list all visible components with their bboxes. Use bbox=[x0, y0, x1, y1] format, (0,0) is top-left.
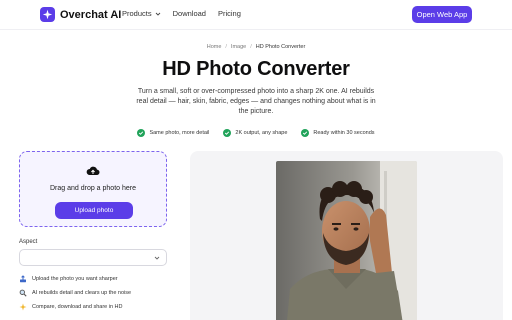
feature-list: Same photo, more detail 2K output, any s… bbox=[0, 129, 512, 137]
feature-item: Ready within 30 seconds bbox=[301, 129, 375, 137]
page-description: Turn a small, soft or over-compressed ph… bbox=[136, 88, 376, 115]
dropzone-prompt: Drag and drop a photo here bbox=[49, 185, 136, 192]
breadcrumb-image[interactable]: Image bbox=[231, 44, 246, 50]
page-title: HD Photo Converter bbox=[162, 58, 350, 80]
logo[interactable]: Overchat AI bbox=[40, 7, 121, 22]
sample-portrait-photo bbox=[276, 161, 417, 320]
aspect-label: Aspect bbox=[19, 239, 38, 245]
step-text: Compare, download and share in HD bbox=[32, 304, 123, 310]
step-text: Upload the photo you want sharper bbox=[32, 276, 118, 282]
upload-dropzone[interactable]: Drag and drop a photo here Upload photo bbox=[19, 151, 167, 227]
feature-label: Same photo, more detail bbox=[149, 130, 210, 136]
sparkle-icon bbox=[19, 303, 27, 311]
check-icon bbox=[301, 129, 310, 137]
feature-item: Same photo, more detail bbox=[137, 129, 209, 137]
nav-pricing-label: Pricing bbox=[217, 9, 241, 18]
feature-label: 2K output, any shape bbox=[235, 130, 288, 136]
cloud-upload-icon bbox=[86, 166, 100, 176]
feature-label: Ready within 30 seconds bbox=[313, 130, 375, 136]
breadcrumb-home[interactable]: Home bbox=[207, 44, 222, 50]
step-item: Upload the photo you want sharper bbox=[19, 272, 131, 286]
breadcrumb: Home / Image / HD Photo Converter bbox=[0, 44, 512, 50]
feature-item: 2K output, any shape bbox=[223, 129, 287, 137]
open-web-app-button[interactable]: Open Web App bbox=[412, 6, 472, 23]
nav-download[interactable]: Download bbox=[173, 9, 206, 18]
logo-icon bbox=[40, 7, 55, 22]
steps-list: Upload the photo you want sharper AI reb… bbox=[19, 272, 131, 314]
check-icon bbox=[137, 129, 146, 137]
nav-products[interactable]: Products bbox=[122, 9, 161, 18]
magnifier-icon bbox=[19, 289, 27, 297]
step-item: Compare, download and share in HD bbox=[19, 300, 131, 314]
logo-text: Overchat AI bbox=[60, 8, 122, 21]
step-item: AI rebuilds detail and clears up the noi… bbox=[19, 286, 131, 300]
nav-download-label: Download bbox=[172, 9, 206, 18]
chevron-down-icon bbox=[155, 12, 160, 16]
chevron-down-icon bbox=[154, 256, 160, 260]
main-nav: Products Download Pricing bbox=[122, 9, 241, 18]
step-text: AI rebuilds detail and clears up the noi… bbox=[32, 290, 132, 296]
breadcrumb-separator: / bbox=[225, 44, 227, 50]
check-icon bbox=[223, 129, 232, 137]
nav-pricing[interactable]: Pricing bbox=[218, 9, 241, 18]
top-navigation: Overchat AI Products Download Pricing Op… bbox=[0, 0, 512, 30]
preview-panel bbox=[190, 151, 503, 320]
upload-icon bbox=[19, 275, 27, 283]
nav-products-label: Products bbox=[122, 9, 152, 18]
aspect-select[interactable] bbox=[19, 249, 167, 266]
upload-photo-button[interactable]: Upload photo bbox=[55, 202, 133, 219]
breadcrumb-separator: / bbox=[250, 44, 252, 50]
breadcrumb-current: HD Photo Converter bbox=[255, 44, 306, 50]
